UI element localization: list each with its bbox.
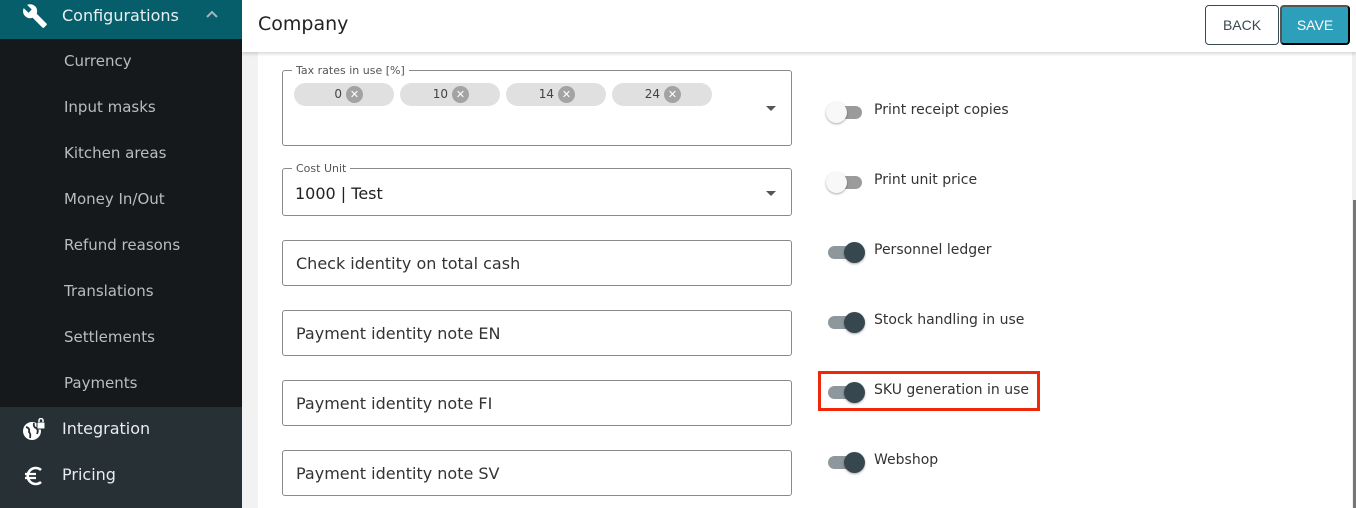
page-header: Company BACK SAVE	[242, 0, 1356, 52]
chip-value: 0	[334, 87, 342, 101]
input-placeholder: Check identity on total cash	[296, 254, 521, 273]
cost-unit-label: Cost Unit	[296, 162, 347, 175]
globe-lock-icon	[23, 418, 46, 440]
webshop-toggle[interactable]	[826, 450, 866, 474]
payment-note-sv-input[interactable]: Payment identity note SV	[282, 450, 792, 496]
input-placeholder: Payment identity note FI	[296, 394, 493, 413]
toggle-label: Webshop	[874, 452, 939, 468]
back-button[interactable]: BACK	[1205, 5, 1279, 45]
tax-chip: 0 ✕	[294, 83, 394, 106]
stock-handling-toggle[interactable]	[826, 310, 866, 334]
sidebar-section-label: Configurations	[62, 6, 179, 25]
wrench-icon	[23, 4, 47, 28]
page-title: Company	[258, 13, 349, 35]
remove-chip-icon[interactable]: ✕	[664, 86, 681, 103]
dropdown-arrow-icon[interactable]	[766, 191, 776, 196]
print-unit-price-toggle[interactable]	[826, 170, 866, 194]
input-placeholder: Payment identity note SV	[296, 464, 500, 483]
chip-value: 10	[432, 87, 448, 101]
sidebar-item-translations[interactable]: Translations	[64, 282, 154, 300]
payment-note-en-input[interactable]: Payment identity note EN	[282, 310, 792, 356]
toggle-label: Stock handling in use	[874, 312, 1025, 328]
sidebar-item-currency[interactable]: Currency	[64, 52, 132, 70]
personnel-ledger-toggle[interactable]	[826, 240, 866, 264]
remove-chip-icon[interactable]: ✕	[346, 86, 363, 103]
tax-chip: 10 ✕	[400, 83, 500, 106]
sidebar-item-refund-reasons[interactable]: Refund reasons	[64, 236, 180, 254]
tax-chip: 24 ✕	[612, 83, 712, 106]
sidebar-item-label: Integration	[62, 419, 151, 438]
chip-value: 24	[644, 87, 660, 101]
chip-value: 14	[538, 87, 554, 101]
save-button[interactable]: SAVE	[1280, 5, 1350, 45]
sidebar-item-input-masks[interactable]: Input masks	[64, 98, 156, 116]
tax-rates-label: Tax rates in use [%]	[296, 64, 405, 77]
check-identity-input[interactable]: Check identity on total cash	[282, 240, 792, 286]
cost-unit-value: 1000 | Test	[295, 184, 383, 203]
highlight-box	[818, 371, 1040, 411]
sidebar: Configurations Currency Input masks Kitc…	[0, 0, 242, 508]
input-placeholder: Payment identity note EN	[296, 324, 501, 343]
sidebar-item-label: Pricing	[62, 465, 116, 484]
print-receipt-copies-toggle[interactable]	[826, 100, 866, 124]
dropdown-arrow-icon[interactable]	[766, 106, 776, 111]
sidebar-section-configurations[interactable]: Configurations	[0, 0, 242, 39]
toggle-label: Print unit price	[874, 172, 978, 188]
sidebar-item-money-in-out[interactable]: Money In/Out	[64, 190, 165, 208]
remove-chip-icon[interactable]: ✕	[452, 86, 469, 103]
sidebar-item-settlements[interactable]: Settlements	[64, 328, 155, 346]
sidebar-item-kitchen-areas[interactable]: Kitchen areas	[64, 144, 166, 162]
tax-chip: 14 ✕	[506, 83, 606, 106]
sidebar-item-payments[interactable]: Payments	[64, 374, 137, 392]
chevron-up-icon[interactable]	[204, 6, 220, 22]
toggle-label: Personnel ledger	[874, 242, 992, 258]
euro-icon	[25, 466, 42, 486]
sidebar-item-integration[interactable]: Integration	[0, 407, 242, 453]
toggle-label: Print receipt copies	[874, 102, 1009, 118]
sidebar-item-pricing[interactable]: Pricing	[0, 453, 242, 499]
payment-note-fi-input[interactable]: Payment identity note FI	[282, 380, 792, 426]
remove-chip-icon[interactable]: ✕	[558, 86, 575, 103]
sidebar-sections: Integration Pricing	[0, 407, 242, 508]
